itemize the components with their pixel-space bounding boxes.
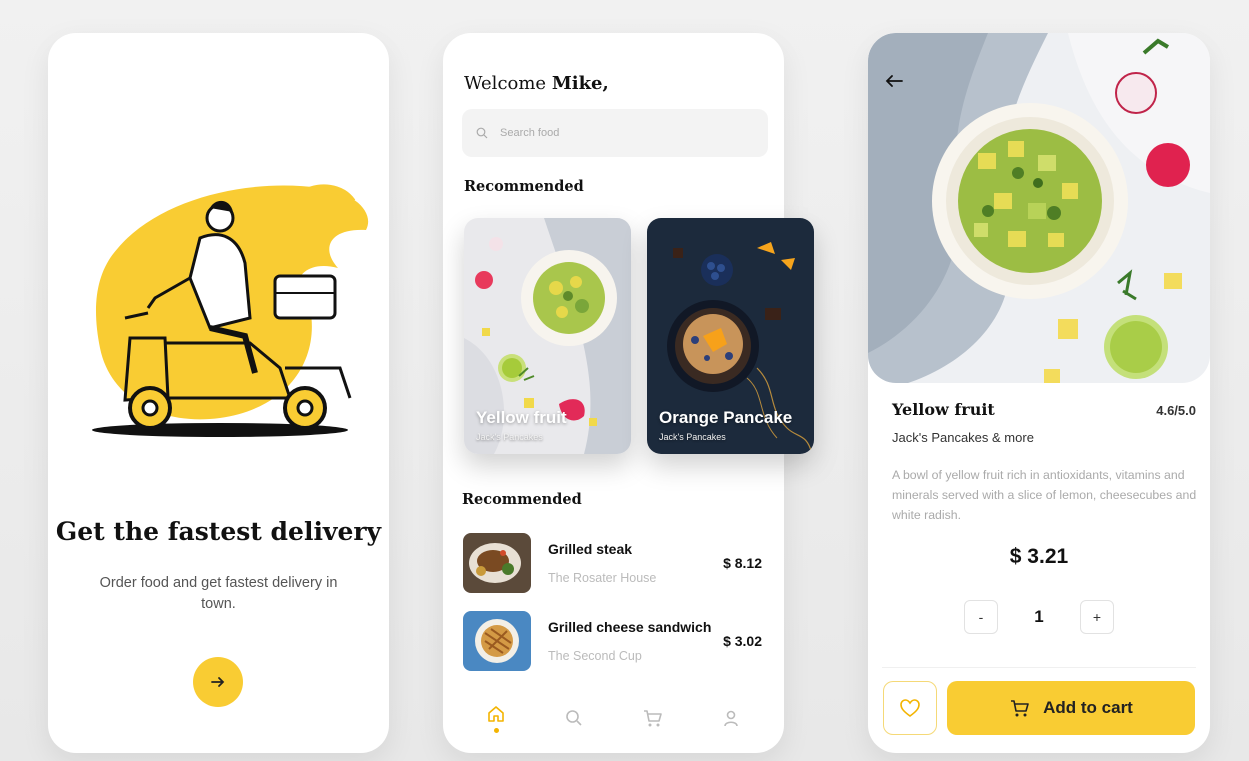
card-subtitle: Jack's Pancakes (659, 432, 726, 442)
cart-icon (643, 710, 662, 727)
search-icon (566, 710, 582, 726)
decrease-quantity-button[interactable]: - (964, 600, 998, 634)
nav-search[interactable] (554, 698, 594, 738)
greeting-prefix: Welcome (464, 73, 552, 94)
delivery-scooter-illustration (92, 184, 369, 437)
list-item[interactable]: Grilled cheese sandwich The Second Cup $… (463, 611, 768, 673)
item-place: The Rosater House (548, 571, 657, 585)
back-button[interactable] (882, 69, 906, 93)
onboarding-screen: Get the fastest delivery Order food and … (48, 33, 389, 753)
heart-icon (900, 699, 920, 717)
add-to-cart-label: Add to cart (1043, 698, 1133, 717)
product-price: $ 3.21 (1009, 545, 1069, 568)
add-to-cart-button[interactable]: Add to cart (947, 681, 1195, 735)
detail-screen: Yellow fruit 4.6/5.0 Jack's Pancakes & m… (868, 33, 1210, 753)
nav-home[interactable] (476, 698, 516, 738)
increase-quantity-button[interactable]: + (1080, 600, 1114, 634)
item-place: The Second Cup (548, 649, 642, 663)
hero-image (868, 33, 1210, 383)
search-bar[interactable] (462, 109, 768, 157)
nav-profile[interactable] (711, 698, 751, 738)
home-icon (488, 705, 504, 722)
item-price: $ 3.02 (723, 633, 762, 649)
active-indicator (493, 727, 499, 733)
item-name: Grilled steak (548, 541, 633, 557)
item-name: Grilled cheese sandwich (548, 619, 712, 635)
quantity-stepper: - 1 + (964, 599, 1114, 635)
grilled-cheese-sandwich-thumbnail (463, 611, 531, 671)
card-subtitle: Jack's Pancakes (476, 432, 543, 442)
search-input[interactable] (500, 127, 740, 139)
product-rating: 4.6/5.0 (1156, 403, 1196, 418)
featured-card-yellow-fruit[interactable]: Yellow fruit Jack's Pancakes (464, 218, 631, 454)
product-description: A bowl of yellow fruit rich in antioxida… (892, 468, 1197, 522)
profile-icon (724, 710, 738, 727)
bottom-nav (443, 683, 784, 753)
product-restaurant: Jack's Pancakes & more (892, 430, 1034, 445)
grilled-steak-thumbnail (463, 533, 531, 593)
recommended-title: Recommended (464, 178, 584, 195)
quantity-value: 1 (1034, 607, 1044, 626)
home-screen: Welcome Mike, Recommended Recommended Gr… (443, 33, 814, 753)
next-button[interactable] (193, 657, 243, 707)
arrow-left-icon (885, 75, 903, 87)
recommended-list-title: Recommended (462, 491, 582, 508)
item-price: $ 8.12 (723, 555, 762, 571)
divider (882, 667, 1196, 668)
onboarding-subtitle: Order food and get fastest delivery in t… (99, 575, 338, 612)
cart-icon (1011, 700, 1029, 717)
user-name: Mike, (551, 73, 609, 94)
card-title: Orange Pancake (659, 408, 793, 427)
onboarding-title: Get the fastest delivery (55, 517, 382, 546)
featured-card-orange-pancake[interactable]: Orange Pancake Jack's Pancakes (647, 218, 814, 454)
yellow-fruit-bowl-image (868, 33, 1210, 383)
search-icon (476, 127, 488, 139)
card-title: Yellow fruit (476, 408, 567, 427)
nav-cart[interactable] (633, 698, 673, 738)
arrow-right-icon (211, 677, 225, 687)
welcome-heading: Welcome Mike, (464, 73, 609, 94)
list-item[interactable]: Grilled steak The Rosater House $ 8.12 (463, 533, 768, 595)
product-title: Yellow fruit (892, 400, 995, 419)
favorite-button[interactable] (883, 681, 937, 735)
